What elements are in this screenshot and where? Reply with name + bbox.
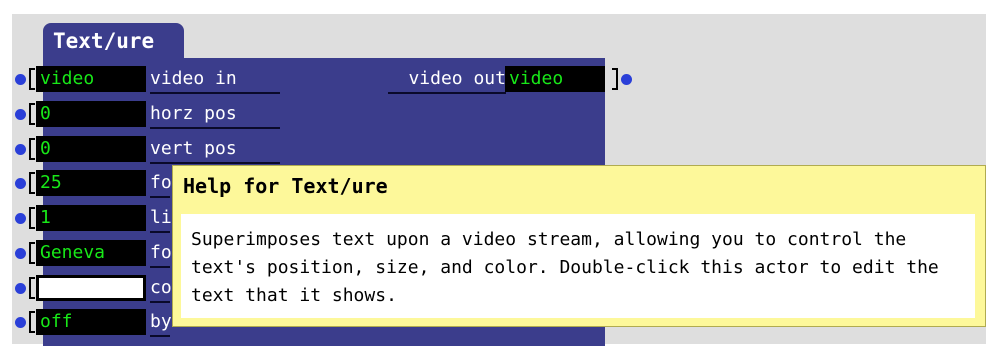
input-value[interactable]: video	[36, 66, 146, 92]
input-port-dot[interactable]	[15, 317, 26, 328]
input-value[interactable]: Geneva	[36, 240, 146, 266]
input-bracket	[29, 277, 35, 299]
input-bracket	[29, 242, 35, 264]
actor-title[interactable]: Text/ure	[43, 23, 184, 59]
input-label: by	[150, 309, 172, 337]
output-value[interactable]: video	[505, 66, 605, 92]
output-label: video out	[388, 66, 506, 94]
input-label: lin	[150, 205, 183, 233]
input-bracket	[29, 207, 35, 229]
input-bracket	[29, 68, 35, 90]
input-bracket	[29, 138, 35, 160]
input-port-dot[interactable]	[15, 109, 26, 120]
output-port-dot[interactable]	[621, 74, 632, 85]
output-bracket	[612, 68, 618, 90]
input-bracket	[29, 311, 35, 333]
input-label: fo	[150, 240, 172, 268]
input-value[interactable]: off	[36, 309, 146, 335]
input-label: vert pos	[150, 136, 280, 164]
input-label: horz pos	[150, 101, 280, 129]
input-port-dot[interactable]	[15, 74, 26, 85]
input-value[interactable]: 0	[36, 136, 146, 162]
input-value[interactable]: 0	[36, 101, 146, 127]
input-label: fo	[150, 170, 172, 198]
input-value[interactable]: 1	[36, 205, 146, 231]
input-port-dot[interactable]	[15, 248, 26, 259]
help-tooltip: Help for Text/ure Superimposes text upon…	[172, 165, 986, 327]
input-port-dot[interactable]	[15, 213, 26, 224]
input-label: co	[150, 275, 172, 303]
input-label: video in	[150, 66, 280, 94]
input-port-dot[interactable]	[15, 144, 26, 155]
input-bracket	[29, 103, 35, 125]
input-value[interactable]: 25	[36, 170, 146, 196]
help-text: Superimposes text upon a video stream, a…	[181, 214, 975, 318]
help-title: Help for Text/ure	[183, 174, 388, 198]
input-bracket	[29, 172, 35, 194]
input-value[interactable]	[36, 275, 146, 301]
input-port-dot[interactable]	[15, 283, 26, 294]
input-port-dot[interactable]	[15, 178, 26, 189]
